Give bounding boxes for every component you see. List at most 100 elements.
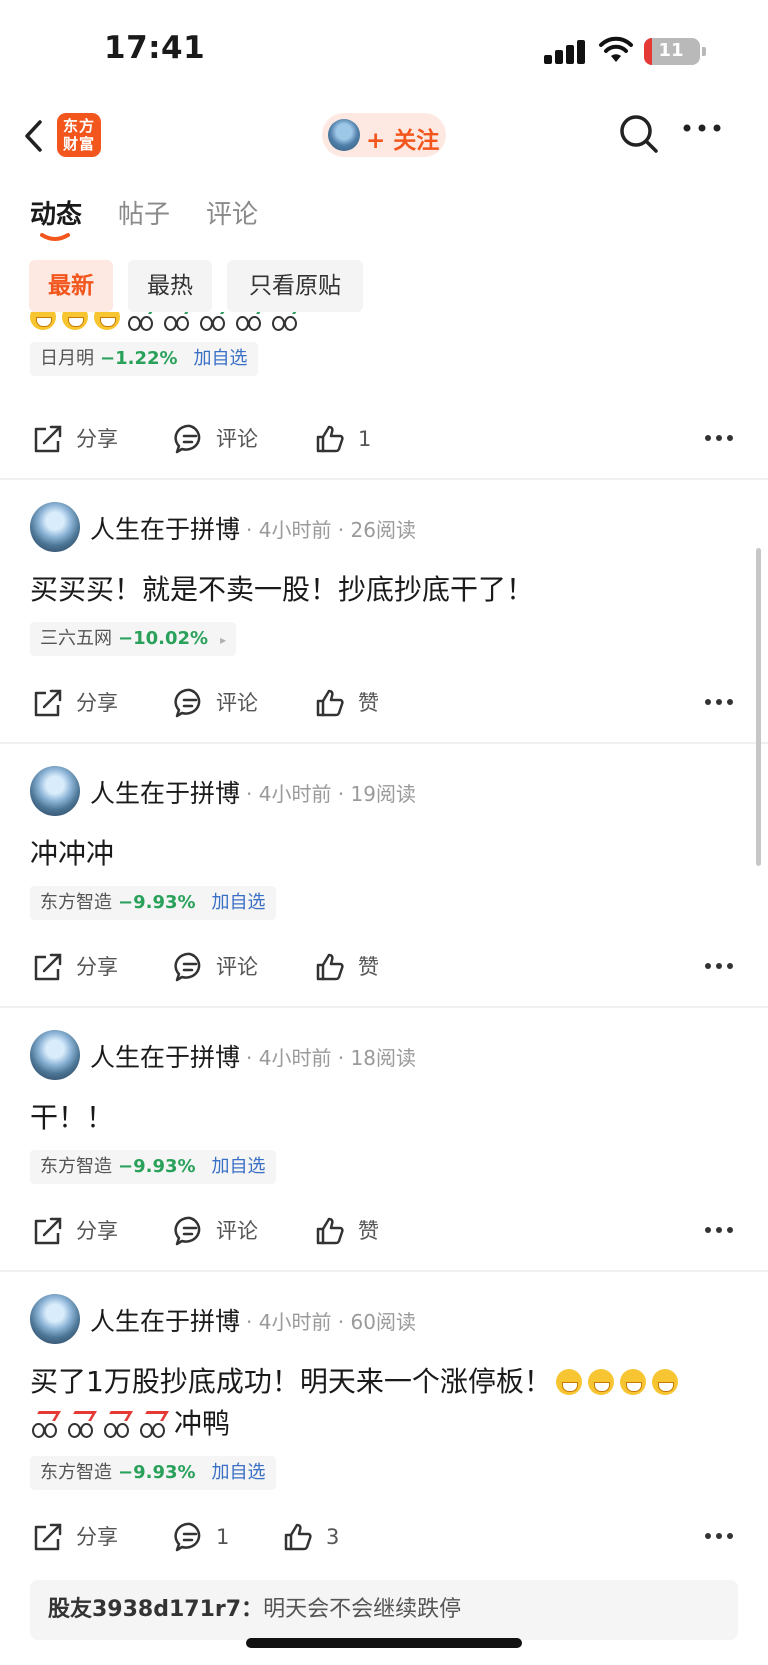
- post-content-line-2[interactable]: 冲鸭: [30, 1402, 230, 1442]
- read-count: 18阅读: [350, 1046, 416, 1070]
- home-indicator[interactable]: [246, 1638, 522, 1648]
- battery-level: 11: [658, 40, 684, 61]
- like-button[interactable]: 赞: [314, 942, 394, 992]
- comment-button[interactable]: 评论: [174, 942, 264, 992]
- read-count: 19阅读: [350, 782, 416, 806]
- post-emoji-row: [30, 312, 306, 340]
- divider: [0, 478, 768, 480]
- divider: [0, 742, 768, 744]
- share-icon: [34, 1217, 62, 1245]
- like-button[interactable]: 赞: [314, 678, 394, 728]
- post-meta: · 4小时前 · 18阅读: [246, 1046, 416, 1070]
- like-count: 1: [358, 427, 372, 451]
- stock-tag[interactable]: 日月明 −1.22% 加自选: [30, 342, 258, 376]
- author-name[interactable]: 人生在于拼博: [90, 774, 240, 810]
- share-button[interactable]: 分享: [32, 1206, 122, 1256]
- more-options-icon[interactable]: [704, 1226, 734, 1234]
- follow-button[interactable]: + 关注: [322, 113, 446, 157]
- stock-name: 东方智造: [40, 1156, 112, 1177]
- post-time: 4小时前: [258, 518, 332, 542]
- stock-tag[interactable]: 三六五网 −10.02% ▸: [30, 622, 237, 656]
- grin-emoji: [94, 312, 120, 330]
- post-actions: 分享 1 3: [0, 1512, 768, 1562]
- read-count: 26阅读: [350, 518, 416, 542]
- stock-name: 三六五网: [40, 628, 112, 649]
- more-icon[interactable]: [682, 122, 722, 134]
- comment-icon: [174, 952, 201, 982]
- cellular-signal-icon: [544, 40, 586, 64]
- post-time: 4小时前: [258, 1046, 332, 1070]
- filter-bar: 最新 最热 只看原贴: [0, 260, 768, 312]
- follow-label: + 关注: [366, 128, 440, 154]
- share-icon: [34, 689, 62, 717]
- comment-label: 评论: [216, 427, 258, 451]
- post-actions: 分享 评论 赞: [0, 1206, 768, 1256]
- comment-button[interactable]: 1: [174, 1512, 244, 1562]
- filter-original-only[interactable]: 只看原贴: [227, 260, 363, 312]
- add-watchlist-button[interactable]: 加自选: [212, 1156, 266, 1177]
- rising-eyes-emoji: [102, 1411, 133, 1438]
- thumbs-up-icon: [316, 953, 344, 981]
- scrollbar[interactable]: [756, 548, 761, 866]
- app-logo: 东方 财富: [57, 113, 101, 157]
- stock-tag[interactable]: 东方智造 −9.93% 加自选: [30, 1150, 276, 1184]
- author-name[interactable]: 人生在于拼博: [90, 1038, 240, 1074]
- search-icon[interactable]: [618, 113, 660, 155]
- post-content-suffix: 冲鸭: [174, 1407, 231, 1440]
- avatar[interactable]: [30, 502, 80, 552]
- share-button[interactable]: 分享: [32, 942, 122, 992]
- reply-text: 明天会不会继续跌停: [263, 1597, 462, 1622]
- grin-emoji: [619, 1369, 646, 1395]
- post-content[interactable]: 买了1万股抄底成功！明天来一个涨停板！: [30, 1360, 684, 1400]
- avatar[interactable]: [30, 1294, 80, 1344]
- back-icon[interactable]: [22, 116, 46, 156]
- share-button[interactable]: 分享: [32, 678, 122, 728]
- tab-posts[interactable]: 帖子: [118, 194, 170, 231]
- author-name[interactable]: 人生在于拼博: [90, 510, 240, 546]
- author-name[interactable]: 人生在于拼博: [90, 1302, 240, 1338]
- more-options-icon[interactable]: [704, 962, 734, 970]
- grin-emoji: [555, 1369, 582, 1395]
- add-watchlist-button[interactable]: 加自选: [212, 892, 266, 913]
- avatar[interactable]: [30, 766, 80, 816]
- share-label: 分享: [76, 1219, 118, 1243]
- stock-tag[interactable]: 东方智造 −9.93% 加自选: [30, 1456, 276, 1490]
- more-options-icon[interactable]: [704, 434, 734, 442]
- stock-change: −9.93%: [118, 1462, 196, 1483]
- like-button[interactable]: 1: [314, 414, 394, 464]
- like-button[interactable]: 3: [282, 1512, 352, 1562]
- reply-user[interactable]: 股友3938d171r7：: [48, 1597, 263, 1622]
- post-meta: · 4小时前 · 19阅读: [246, 782, 416, 806]
- top-nav: 东方 财富 + 关注: [0, 100, 768, 172]
- comment-label: 评论: [216, 955, 258, 979]
- like-button[interactable]: 赞: [314, 1206, 394, 1256]
- add-watchlist-button[interactable]: 加自选: [194, 348, 248, 369]
- tab-comments[interactable]: 评论: [206, 194, 258, 231]
- tab-dynamic[interactable]: 动态: [30, 194, 82, 231]
- like-label: 赞: [358, 1219, 379, 1243]
- battery-icon: 11: [644, 38, 706, 65]
- comment-button[interactable]: 评论: [174, 414, 264, 464]
- comment-preview[interactable]: 股友3938d171r7：明天会不会继续跌停: [30, 1580, 738, 1640]
- share-label: 分享: [76, 427, 118, 451]
- more-options-icon[interactable]: [704, 1532, 734, 1540]
- post-actions: 分享 评论 赞: [0, 678, 768, 728]
- post-content[interactable]: 冲冲冲: [30, 832, 114, 872]
- filter-hot[interactable]: 最热: [128, 260, 212, 312]
- comment-button[interactable]: 评论: [174, 1206, 264, 1256]
- tab-underline: [40, 233, 70, 241]
- feed-list: 日月明 −1.22% 加自选 分享 评论 1 人生在于拼博 · 4小时前 · 26阅…: [0, 312, 768, 1665]
- stock-tag[interactable]: 东方智造 −9.93% 加自选: [30, 886, 276, 920]
- add-watchlist-button[interactable]: 加自选: [212, 1462, 266, 1483]
- share-button[interactable]: 分享: [32, 1512, 122, 1562]
- grin-emoji: [30, 312, 56, 330]
- post-content[interactable]: 买买买！就是不卖一股！抄底抄底干了！: [30, 568, 534, 608]
- stock-change: −10.02%: [118, 628, 209, 649]
- like-label: 赞: [358, 691, 379, 715]
- avatar[interactable]: [30, 1030, 80, 1080]
- post-content[interactable]: 干！！: [30, 1096, 114, 1136]
- filter-latest[interactable]: 最新: [29, 260, 113, 312]
- comment-button[interactable]: 评论: [174, 678, 264, 728]
- more-options-icon[interactable]: [704, 698, 734, 706]
- share-button[interactable]: 分享: [32, 414, 122, 464]
